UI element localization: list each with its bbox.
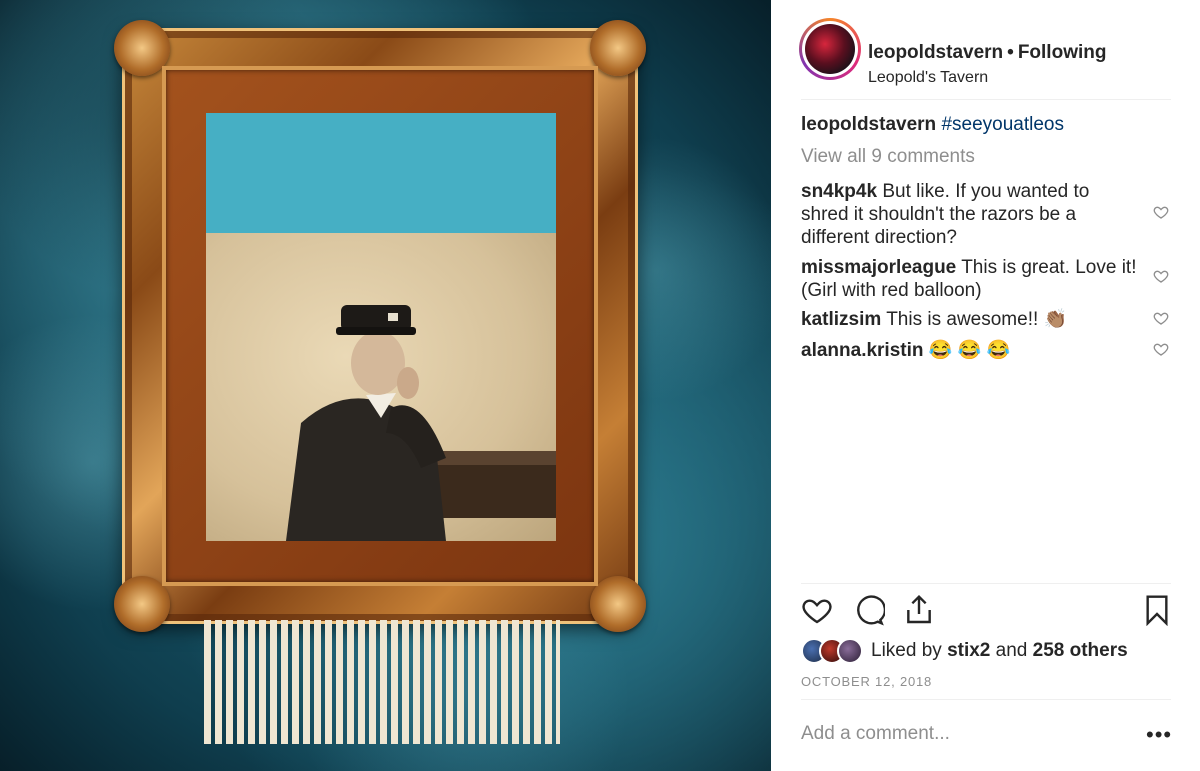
comment-username-link[interactable]: sn4kp4k bbox=[801, 181, 877, 202]
view-all-comments-link[interactable]: View all 9 comments bbox=[801, 146, 975, 168]
frame-corner-ornament bbox=[590, 20, 646, 76]
header-user-line: leopoldstavern • Following bbox=[868, 42, 1106, 64]
post-caption: leopoldstavern #seeyouatleos bbox=[801, 114, 1064, 136]
post-date: OCTOBER 12, 2018 bbox=[801, 674, 933, 689]
comment-item: katlizsim This is awesome!! 👏🏽 bbox=[801, 308, 1141, 331]
comment-username-link[interactable]: alanna.kristin bbox=[801, 340, 924, 361]
comment-like-heart-icon[interactable] bbox=[1153, 204, 1171, 222]
post-image[interactable] bbox=[0, 0, 771, 771]
comment-text: 😂 😂 😂 bbox=[928, 340, 1011, 361]
location-link[interactable]: Leopold's Tavern bbox=[868, 69, 988, 87]
action-bar bbox=[801, 594, 1171, 630]
heart-icon[interactable] bbox=[801, 594, 835, 628]
comment-username-link[interactable]: missmajorleague bbox=[801, 257, 956, 278]
header-divider bbox=[801, 99, 1171, 100]
comment-item: missmajorleague This is great. Love it! … bbox=[801, 256, 1141, 302]
share-icon[interactable] bbox=[903, 594, 937, 628]
frame-corner-ornament bbox=[590, 576, 646, 632]
liked-by-prefix: Liked by bbox=[871, 640, 942, 661]
vintage-portrait-photo bbox=[206, 233, 556, 541]
likes-text: Liked by stix2 and 258 others bbox=[871, 640, 1128, 662]
comment-divider bbox=[801, 699, 1171, 700]
post-header: leopoldstavern • Following Leopold's Taver… bbox=[799, 18, 1171, 98]
liked-by-conjunction: and bbox=[995, 640, 1028, 661]
separator-dot: • bbox=[1007, 42, 1014, 63]
comment-like-heart-icon[interactable] bbox=[1153, 310, 1171, 328]
actions-divider bbox=[801, 583, 1171, 584]
shredded-strips bbox=[204, 620, 560, 744]
portrait-mat bbox=[206, 113, 556, 541]
caption-hashtag-link[interactable]: #seeyouatleos bbox=[941, 114, 1064, 135]
comment-like-heart-icon[interactable] bbox=[1153, 268, 1171, 286]
more-options-button[interactable]: ••• bbox=[1146, 722, 1172, 748]
post-panel: leopoldstavern • Following Leopold's Taver… bbox=[771, 0, 1200, 771]
header-username-link[interactable]: leopoldstavern bbox=[868, 42, 1003, 63]
liked-by-user-link[interactable]: stix2 bbox=[947, 640, 990, 661]
liker-avatar[interactable] bbox=[837, 638, 863, 664]
bookmark-icon[interactable] bbox=[1141, 594, 1175, 628]
comment-item: sn4kp4k But like. If you wanted to shred… bbox=[801, 180, 1141, 249]
portrait-figure-illustration bbox=[286, 305, 556, 541]
comment-icon[interactable] bbox=[853, 594, 887, 628]
comment-text: This is awesome!! 👏🏽 bbox=[886, 309, 1068, 330]
comment-username-link[interactable]: katlizsim bbox=[801, 309, 881, 330]
likes-others-link[interactable]: 258 others bbox=[1033, 640, 1128, 661]
avatar-image bbox=[805, 24, 855, 74]
comment-item: alanna.kristin 😂 😂 😂 bbox=[801, 339, 1141, 362]
comment-like-heart-icon[interactable] bbox=[1153, 341, 1171, 359]
avatar[interactable] bbox=[799, 18, 861, 80]
caption-username-link[interactable]: leopoldstavern bbox=[801, 114, 936, 135]
add-comment-input[interactable]: Add a comment... bbox=[801, 723, 950, 745]
following-button[interactable]: Following bbox=[1018, 42, 1107, 63]
